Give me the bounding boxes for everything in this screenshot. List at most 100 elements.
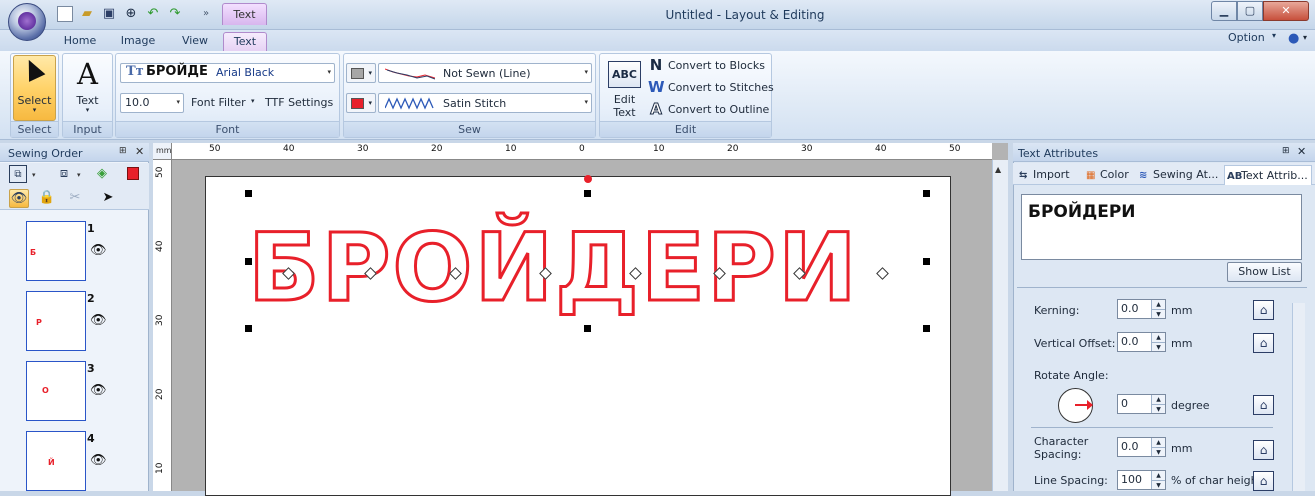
new-file-icon[interactable] <box>57 6 73 22</box>
pin-icon[interactable]: ⊞ <box>1282 146 1290 156</box>
tab-view[interactable]: View <box>175 32 215 51</box>
spin-up-icon[interactable]: ▲ <box>1151 300 1165 309</box>
spin-up-icon[interactable]: ▲ <box>1151 333 1165 342</box>
color-sort-icon[interactable]: ◈ <box>93 165 111 183</box>
vertical-offset-unit: mm <box>1171 337 1193 350</box>
vertical-offset-input[interactable]: 0.0 ▲ ▼ <box>1117 332 1166 352</box>
eye-icon[interactable]: 👁 <box>9 189 29 208</box>
text-input-icon[interactable]: A <box>62 54 113 94</box>
sewing-order-item[interactable]: Р <box>26 291 86 351</box>
quick-access-more-icon[interactable]: » <box>198 6 214 22</box>
undo-icon[interactable]: ↶ <box>145 6 161 22</box>
rotate-handle[interactable] <box>584 175 592 183</box>
spin-down-icon[interactable]: ▼ <box>1151 480 1165 489</box>
eye-icon[interactable]: 👁 <box>90 383 107 398</box>
fit-view-icon[interactable]: ⧉ <box>9 165 27 183</box>
running-stitch-icon <box>385 68 435 80</box>
fill-color-swatch <box>351 98 364 109</box>
sewing-order-item[interactable]: О <box>26 361 86 421</box>
chevron-down-icon[interactable]: ▾ <box>32 171 36 179</box>
tab-import[interactable]: ⇆ Import <box>1019 165 1070 185</box>
spin-down-icon[interactable]: ▼ <box>1151 404 1165 413</box>
fill-color-picker[interactable]: ▾ <box>346 93 376 113</box>
spin-up-icon[interactable]: ▲ <box>1151 471 1165 480</box>
resize-handle[interactable] <box>245 258 252 265</box>
resize-handle[interactable] <box>923 190 930 197</box>
chevron-down-icon[interactable]: ▾ <box>77 171 81 179</box>
spin-up-icon[interactable]: ▲ <box>1151 438 1165 447</box>
user-help-icon[interactable]: ● <box>1288 31 1302 47</box>
rotate-angle-input[interactable]: 0 ▲ ▼ <box>1117 394 1166 414</box>
pin-icon[interactable]: ⊞ <box>119 146 127 156</box>
edit-text-label: Edit Text <box>603 93 646 119</box>
resize-handle[interactable] <box>923 258 930 265</box>
resize-handle[interactable] <box>245 190 252 197</box>
resize-handle[interactable] <box>584 190 591 197</box>
chevron-down-icon[interactable]: ▾ <box>1303 33 1307 42</box>
maximize-button[interactable]: ▢ <box>1237 1 1263 21</box>
eye-icon[interactable]: 👁 <box>90 313 107 328</box>
chevron-down-icon[interactable]: ▾ <box>1272 31 1276 40</box>
chevron-down-icon[interactable]: ▾ <box>584 68 588 76</box>
eye-icon[interactable]: 👁 <box>90 453 107 468</box>
tab-text-attributes[interactable]: ABText Attrib... <box>1224 165 1312 185</box>
ttf-settings-button[interactable]: TTF Settings <box>265 96 333 109</box>
close-icon[interactable]: ✕ <box>135 145 144 158</box>
tab-home[interactable]: Home <box>60 32 100 51</box>
tab-color[interactable]: ▦ Color <box>1086 165 1129 185</box>
line-sew-type-select[interactable]: Not Sewn (Line) ▾ <box>378 63 592 83</box>
vertical-scrollbar[interactable] <box>992 160 1008 491</box>
sewing-icon: ≋ <box>1139 170 1148 181</box>
lock-icon[interactable]: 🔒 <box>38 189 56 207</box>
close-button[interactable]: ✕ <box>1263 1 1309 21</box>
group-icon[interactable]: ⧈ <box>55 165 73 183</box>
eye-icon[interactable]: 👁 <box>90 243 107 258</box>
chevron-down-icon[interactable]: ▾ <box>62 106 113 114</box>
spin-down-icon[interactable]: ▼ <box>1151 309 1165 318</box>
application-menu-button[interactable] <box>8 3 46 41</box>
reset-rotate-button[interactable]: ⌂ <box>1253 395 1274 415</box>
line-color-picker[interactable]: ▾ <box>346 63 376 83</box>
pointer-icon[interactable]: ➤ <box>99 189 117 207</box>
sewing-order-item[interactable]: Б <box>26 221 86 281</box>
chevron-down-icon[interactable]: ▾ <box>176 98 180 106</box>
spin-down-icon[interactable]: ▼ <box>1151 342 1165 351</box>
minimize-button[interactable]: ▁ <box>1211 1 1237 21</box>
redo-icon[interactable]: ↷ <box>167 6 183 22</box>
option-menu[interactable]: Option <box>1228 31 1265 44</box>
show-list-button[interactable]: Show List <box>1227 262 1302 282</box>
resize-handle[interactable] <box>923 325 930 332</box>
reset-kerning-button[interactable]: ⌂ <box>1253 300 1274 320</box>
chevron-down-icon[interactable]: ▾ <box>327 68 331 76</box>
thread-color-icon[interactable] <box>127 167 139 180</box>
zoom-icon[interactable]: ⊕ <box>123 6 139 22</box>
spin-down-icon[interactable]: ▼ <box>1151 447 1165 456</box>
reset-vertical-offset-button[interactable]: ⌂ <box>1253 333 1274 353</box>
tab-sewing-attributes[interactable]: ≋ Sewing At... <box>1139 165 1218 185</box>
open-folder-icon[interactable]: ▰ <box>79 6 95 22</box>
embroidery-text-design[interactable]: БРОЙДЕРИ <box>248 204 928 334</box>
chevron-down-icon[interactable]: ▾ <box>13 106 56 114</box>
reset-line-spacing-button[interactable]: ⌂ <box>1253 471 1274 491</box>
fill-sew-type-select[interactable]: Satin Stitch ▾ <box>378 93 592 113</box>
resize-handle[interactable] <box>245 325 252 332</box>
reset-character-spacing-button[interactable]: ⌂ <box>1253 440 1274 460</box>
line-spacing-input[interactable]: 100 ▲ ▼ <box>1117 470 1166 490</box>
character-spacing-input[interactable]: 0.0 ▲ ▼ <box>1117 437 1166 457</box>
sewing-order-item[interactable]: Й <box>26 431 86 491</box>
chevron-down-icon[interactable]: ▾ <box>251 97 255 105</box>
tab-text[interactable]: Text <box>223 32 267 51</box>
text-entry-value[interactable]: БРОЙДЕРИ <box>1028 202 1136 222</box>
tab-image[interactable]: Image <box>115 32 161 51</box>
save-icon[interactable]: ▣ <box>101 6 117 22</box>
close-icon[interactable]: ✕ <box>1297 145 1306 158</box>
cut-icon[interactable]: ✂ <box>66 189 84 207</box>
font-filter-button[interactable]: Font Filter <box>191 96 246 109</box>
resize-handle[interactable] <box>584 325 591 332</box>
kerning-input[interactable]: 0.0 ▲ ▼ <box>1117 299 1166 319</box>
scroll-up-icon[interactable]: ▲ <box>995 165 1001 174</box>
spin-up-icon[interactable]: ▲ <box>1151 395 1165 404</box>
font-size-select[interactable]: 10.0 ▾ <box>120 93 184 113</box>
chevron-down-icon[interactable]: ▾ <box>584 98 588 106</box>
attributes-scrollbar[interactable] <box>1292 303 1305 491</box>
